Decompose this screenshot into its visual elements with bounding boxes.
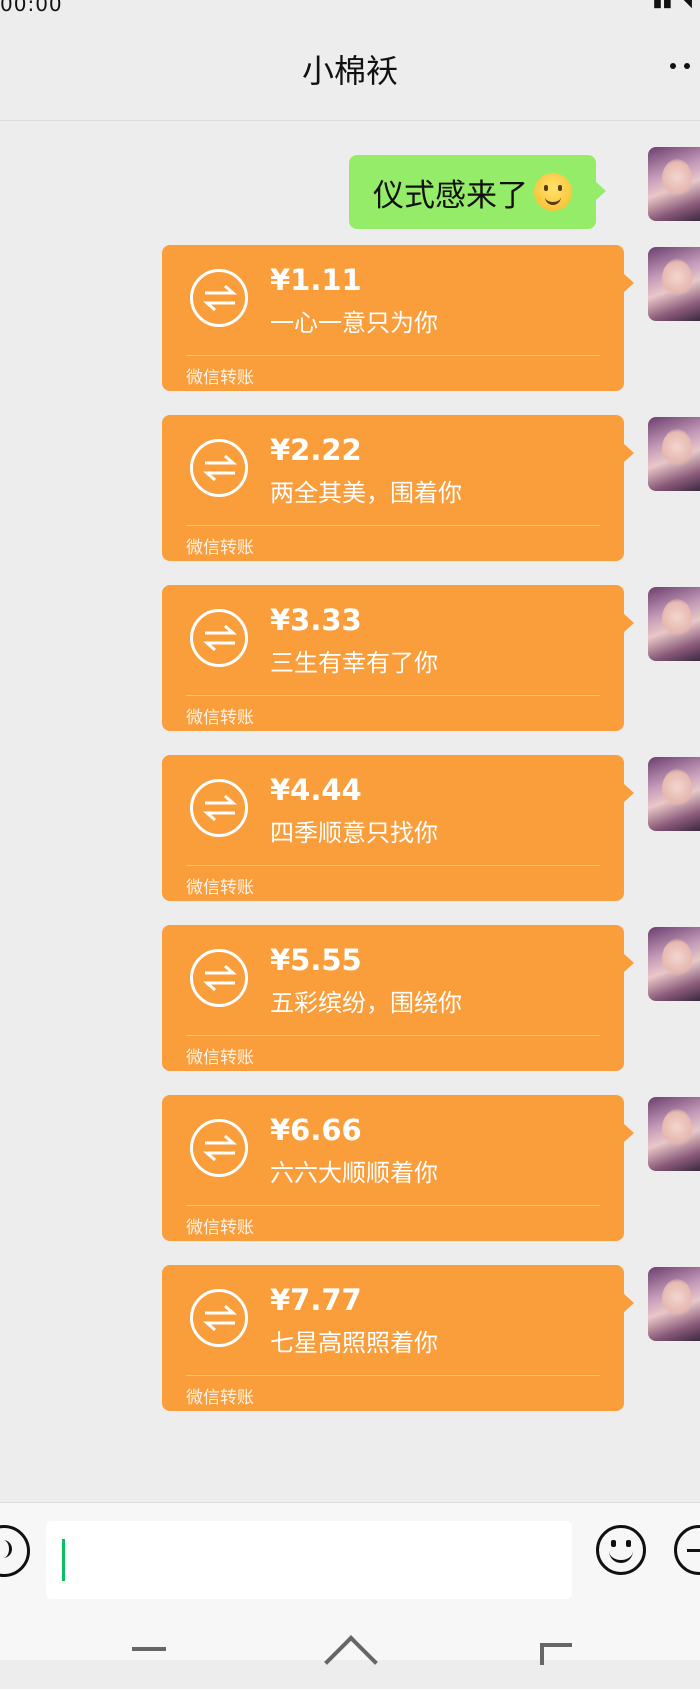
transfer-amount: ¥2.22 xyxy=(270,433,362,467)
message-input[interactable] xyxy=(46,1521,572,1599)
transfer-card[interactable]: ¥2.22 两全其美，围着你 微信转账 xyxy=(162,415,634,561)
transfer-card[interactable]: ¥4.44 四季顺意只找你 微信转账 xyxy=(162,755,634,901)
transfer-note: 五彩缤纷，围绕你 xyxy=(270,989,462,1017)
transfer-card[interactable]: ¥5.55 五彩缤纷，围绕你 微信转账 xyxy=(162,925,634,1071)
avatar[interactable] xyxy=(648,247,700,321)
transfer-card[interactable]: ¥1.11 一心一意只为你 微信转账 xyxy=(162,245,634,391)
transfer-arrows-icon xyxy=(190,949,248,1007)
divider xyxy=(186,865,600,866)
text-message-bubble[interactable]: 仪式感来了 xyxy=(349,155,606,229)
avatar[interactable] xyxy=(648,417,700,491)
transfer-label: 微信转账 xyxy=(186,368,254,388)
chat-title: 小棉袄 xyxy=(301,52,398,90)
transfer-note: 两全其美，围着你 xyxy=(270,479,462,507)
transfer-note: 一心一意只为你 xyxy=(270,309,438,337)
transfer-note: 七星高照照着你 xyxy=(270,1329,438,1357)
divider xyxy=(186,355,600,356)
transfer-card[interactable]: ¥3.33 三生有幸有了你 微信转账 xyxy=(162,585,634,731)
input-bar xyxy=(0,1502,700,1603)
transfer-arrows-icon xyxy=(190,1289,248,1347)
emoji-icon[interactable] xyxy=(596,1525,646,1575)
avatar[interactable] xyxy=(648,757,700,831)
transfer-note: 六六大顺顺着你 xyxy=(270,1159,438,1187)
transfer-note: 三生有幸有了你 xyxy=(270,649,438,677)
transfer-arrows-icon xyxy=(190,609,248,667)
chat-header: 小棉袄 xyxy=(0,12,700,121)
transfer-label: 微信转账 xyxy=(186,708,254,728)
transfer-amount: ¥7.77 xyxy=(270,1283,362,1317)
transfer-arrows-icon xyxy=(190,269,248,327)
status-bar: 00:00 ▮▮ ◥ xyxy=(0,0,700,16)
avatar[interactable] xyxy=(648,927,700,1001)
text-caret xyxy=(62,1539,65,1581)
divider xyxy=(186,525,600,526)
transfer-label: 微信转账 xyxy=(186,538,254,558)
divider xyxy=(186,1375,600,1376)
divider xyxy=(186,1205,600,1206)
message-list[interactable]: 仪式感来了 ¥1.11 一心一意只为你 微信转账 ¥2.22 两全其美，围着你 … xyxy=(0,121,700,1501)
transfer-arrows-icon xyxy=(190,779,248,837)
hugging-face-emoji-icon xyxy=(534,173,572,211)
divider xyxy=(186,1035,600,1036)
transfer-label: 微信转账 xyxy=(186,878,254,898)
transfer-amount: ¥5.55 xyxy=(270,943,362,977)
plus-icon[interactable] xyxy=(674,1525,700,1575)
more-dots-icon[interactable] xyxy=(670,52,698,80)
transfer-card[interactable]: ¥6.66 六六大顺顺着你 微信转账 xyxy=(162,1095,634,1241)
transfer-arrows-icon xyxy=(190,439,248,497)
transfer-label: 微信转账 xyxy=(186,1048,254,1068)
transfer-amount: ¥3.33 xyxy=(270,603,362,637)
transfer-label: 微信转账 xyxy=(186,1218,254,1238)
menu-icon[interactable] xyxy=(132,1647,166,1651)
transfer-amount: ¥1.11 xyxy=(270,263,362,297)
transfer-card[interactable]: ¥7.77 七星高照照着你 微信转账 xyxy=(162,1265,634,1411)
transfer-label: 微信转账 xyxy=(186,1388,254,1408)
transfer-note: 四季顺意只找你 xyxy=(270,819,438,847)
transfer-amount: ¥4.44 xyxy=(270,773,362,807)
avatar[interactable] xyxy=(648,147,700,221)
system-nav-bar xyxy=(0,1603,700,1689)
voice-icon[interactable] xyxy=(0,1525,30,1577)
divider xyxy=(186,695,600,696)
home-icon[interactable] xyxy=(324,1635,378,1689)
avatar[interactable] xyxy=(648,587,700,661)
back-icon[interactable] xyxy=(540,1643,572,1665)
transfer-arrows-icon xyxy=(190,1119,248,1177)
transfer-amount: ¥6.66 xyxy=(270,1113,362,1147)
avatar[interactable] xyxy=(648,1267,700,1341)
status-indicators: ▮▮ ◥ xyxy=(652,0,692,11)
avatar[interactable] xyxy=(648,1097,700,1171)
message-text: 仪式感来了 xyxy=(373,177,528,214)
